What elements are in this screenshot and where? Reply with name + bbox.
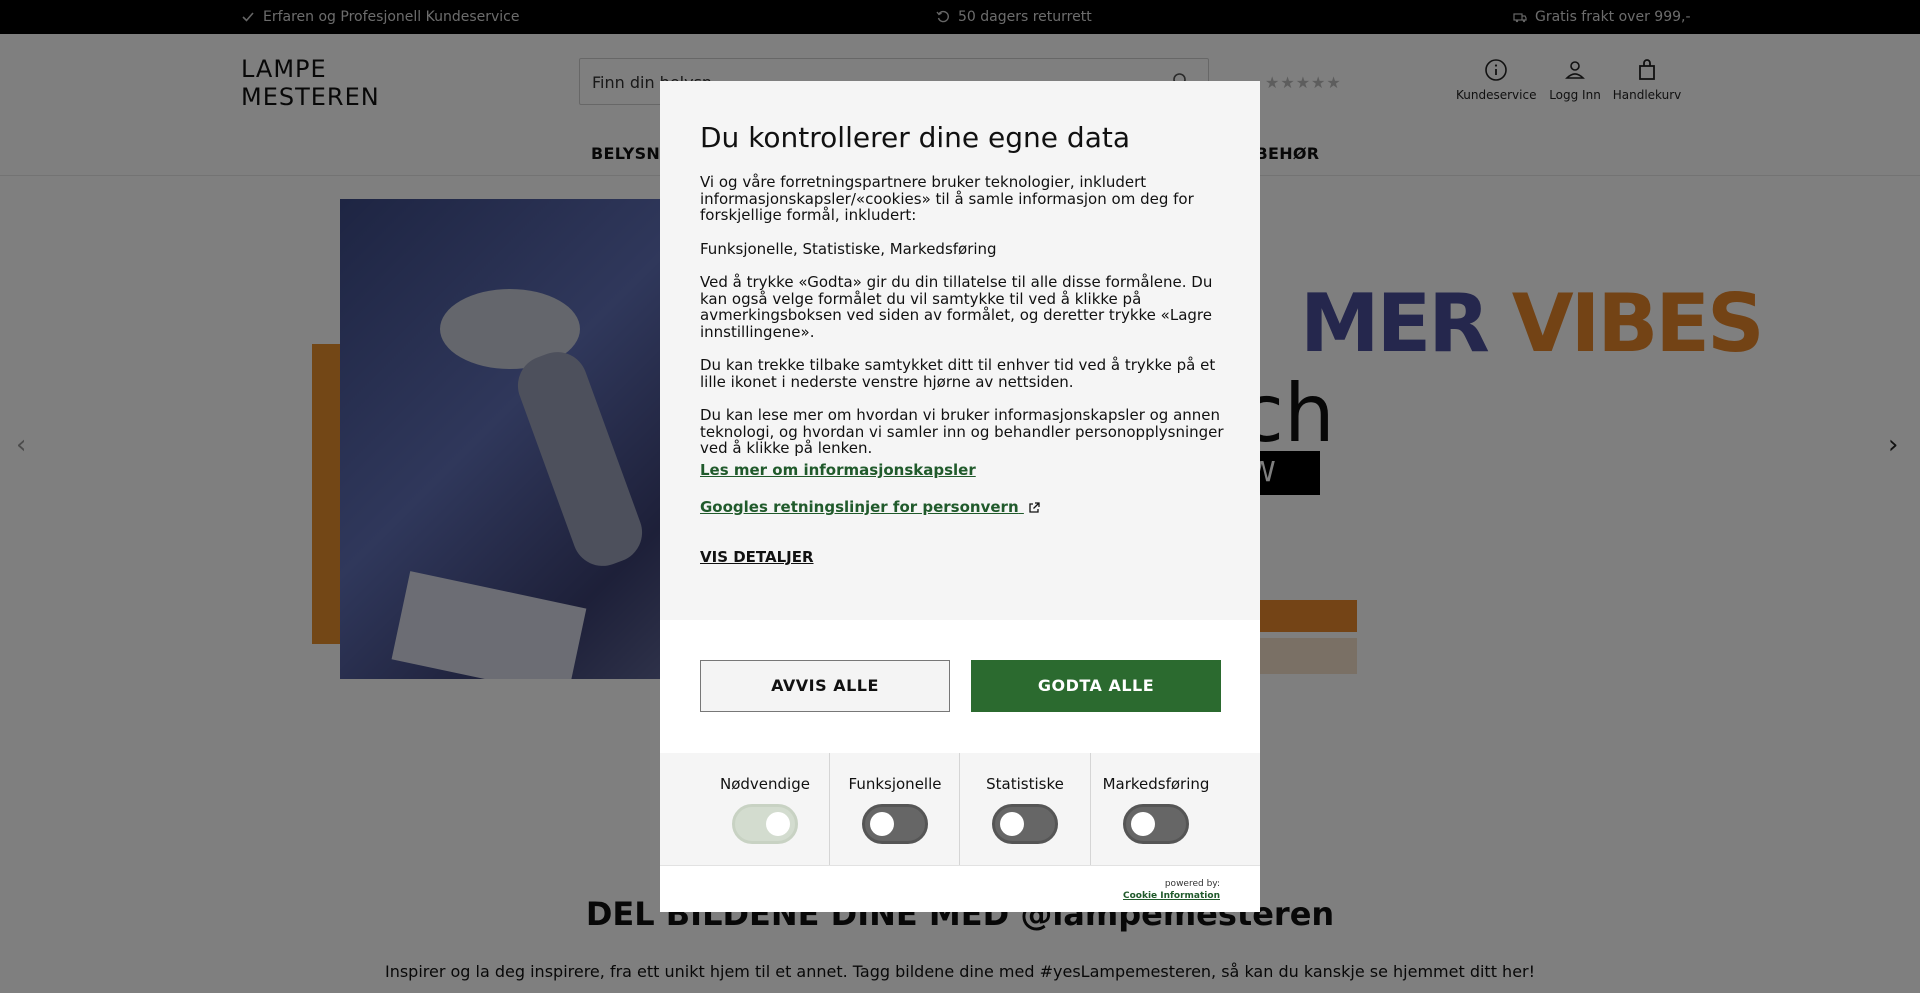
google-privacy-link-text: Googles retningslinjer for personvern: [700, 498, 1019, 516]
show-details-button[interactable]: VIS DETALJER: [700, 548, 814, 566]
category-label: Funksjonelle: [848, 775, 942, 793]
cookie-consent-modal: Du kontrollerer dine egne data Vi og vår…: [660, 81, 1260, 912]
cookie-paragraph: Du kan lese mer om hvordan vi bruker inf…: [700, 406, 1224, 457]
powered-by: powered by: Cookie Information: [1123, 878, 1220, 902]
cookie-paragraph: Ved å trykke «Godta» gir du din tillatel…: [700, 273, 1213, 341]
category-label: Nødvendige: [720, 775, 810, 793]
cookie-paragraph: Vi og våre forretningspartnere bruker te…: [700, 173, 1194, 224]
category-label: Statistiske: [986, 775, 1064, 793]
reject-all-button[interactable]: AVVIS ALLE: [700, 660, 950, 712]
category-functional: Funksjonelle: [829, 753, 960, 865]
provider-link[interactable]: Cookie Information: [1123, 891, 1220, 901]
category-necessary: Nødvendige: [700, 753, 830, 865]
category-statistics: Statistiske: [959, 753, 1090, 865]
accept-all-button[interactable]: GODTA ALLE: [971, 660, 1221, 712]
cookie-paragraph: Du kan trekke tilbake samtykket ditt til…: [700, 356, 1216, 391]
cookie-info-link-text: Les mer om informasjonskapsler: [700, 461, 976, 479]
cookie-categories: Nødvendige Funksjonelle Statistiske Mark…: [660, 753, 1260, 865]
external-link-icon: [1029, 501, 1040, 513]
cookie-info-link[interactable]: Les mer om informasjonskapsler: [700, 461, 976, 479]
cookie-modal-body: Vi og våre forretningspartnere bruker te…: [700, 174, 1225, 474]
marketing-toggle[interactable]: [1123, 804, 1189, 844]
cookie-paragraph: Funksjonelle, Statistiske, Markedsføring: [700, 239, 997, 258]
cookie-modal-title: Du kontrollerer dine egne data: [700, 121, 1130, 154]
cookie-button-row: AVVIS ALLE GODTA ALLE: [660, 620, 1260, 753]
category-marketing: Markedsføring: [1090, 753, 1221, 865]
statistics-toggle[interactable]: [992, 804, 1058, 844]
google-privacy-link[interactable]: Googles retningslinjer for personvern: [700, 498, 1040, 516]
functional-toggle[interactable]: [862, 804, 928, 844]
necessary-toggle: [732, 804, 798, 844]
category-label: Markedsføring: [1102, 775, 1210, 793]
cookie-modal-footer: powered by: Cookie Information: [660, 865, 1260, 912]
powered-by-label: powered by:: [1164, 879, 1220, 889]
